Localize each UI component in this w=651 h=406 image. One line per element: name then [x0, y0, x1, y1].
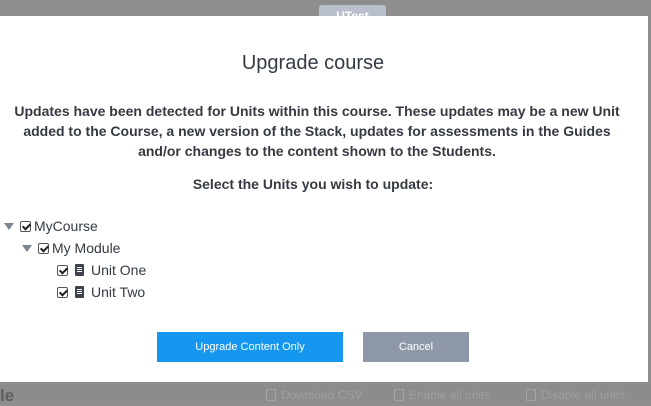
- disable-all-units-link[interactable]: Disable all units: [526, 388, 625, 402]
- tree-item-unit[interactable]: Unit One: [57, 261, 146, 279]
- unit-label: Unit One: [91, 262, 147, 278]
- course-label: MyCourse: [34, 218, 98, 234]
- download-csv-label: Download CSV: [281, 388, 363, 402]
- modal-prompt: Select the Units you wish to update:: [192, 176, 434, 192]
- modal-description: Updates have been detected for Units wit…: [14, 103, 620, 159]
- unit-label: Unit Two: [91, 284, 146, 300]
- unit-checkbox[interactable]: [57, 264, 68, 276]
- expand-toggle-icon[interactable]: [22, 244, 32, 252]
- enable-all-units-link[interactable]: Enable all units: [394, 388, 490, 402]
- document-icon: [75, 286, 84, 298]
- tree-item-unit[interactable]: Unit Two: [57, 283, 145, 301]
- cancel-button[interactable]: Cancel: [363, 332, 469, 362]
- disable-icon: [526, 389, 536, 401]
- download-csv-link[interactable]: Download CSV: [266, 388, 362, 402]
- enable-icon: [394, 389, 404, 401]
- modal-title: Upgrade course: [241, 52, 385, 74]
- background-title-fragment: le: [0, 386, 15, 405]
- download-icon: [266, 389, 276, 401]
- tree-item-module[interactable]: My Module: [22, 239, 120, 257]
- expand-toggle-icon[interactable]: [4, 222, 14, 230]
- tree-item-course[interactable]: MyCourse: [4, 217, 98, 235]
- module-label: My Module: [52, 240, 121, 256]
- disable-all-units-label: Disable all units: [541, 388, 626, 402]
- upgrade-course-modal: Upgrade course Updates have been detecte…: [0, 16, 648, 382]
- upgrade-content-only-button[interactable]: Upgrade Content Only: [157, 332, 343, 362]
- unit-checkbox[interactable]: [57, 286, 68, 298]
- course-checkbox[interactable]: [20, 220, 31, 232]
- enable-all-units-label: Enable all units: [409, 388, 491, 402]
- module-checkbox[interactable]: [38, 242, 49, 254]
- document-icon: [75, 264, 84, 276]
